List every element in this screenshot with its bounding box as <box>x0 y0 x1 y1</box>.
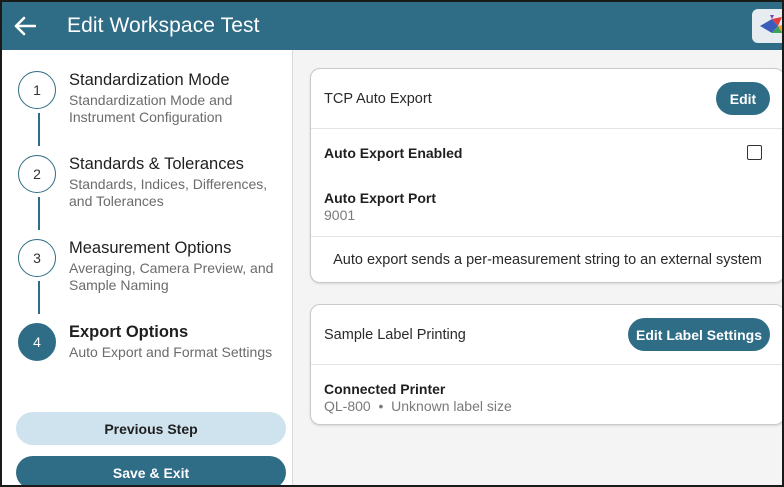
app-window: Edit Workspace Test 1 Standardization Mo… <box>0 0 784 487</box>
step-number-badge: 3 <box>18 239 56 277</box>
previous-step-button[interactable]: Previous Step <box>16 412 286 445</box>
step-measurement-options[interactable]: 3 Measurement Options Averaging, Camera … <box>18 239 288 299</box>
auto-export-note: Auto export sends a per-measurement stri… <box>333 252 762 268</box>
export-settings-panel: TCP Auto Export Edit Auto Export Enabled… <box>293 50 782 485</box>
card-title: Sample Label Printing <box>324 327 466 343</box>
connected-printer-value: QL-800 • Unknown label size <box>324 398 512 414</box>
auto-export-port-value: 9001 <box>324 207 356 223</box>
auto-export-enabled-label: Auto Export Enabled <box>324 145 463 161</box>
page-title: Edit Workspace Test <box>67 14 260 37</box>
steps-panel: 1 Standardization Mode Standardization M… <box>2 50 293 485</box>
step-subtitle: Auto Export and Format Settings <box>69 344 273 360</box>
step-standardization-mode[interactable]: 1 Standardization Mode Standardization M… <box>18 71 288 131</box>
step-number-badge: 2 <box>18 155 56 193</box>
auto-export-port-label: Auto Export Port <box>324 190 436 206</box>
card-title: TCP Auto Export <box>324 91 432 107</box>
step-subtitle: Standardization Mode and Instrument Conf… <box>69 92 233 125</box>
step-title: Standardization Mode <box>69 71 230 89</box>
step-subtitle: Averaging, Camera Preview, and Sample Na… <box>69 260 274 293</box>
app-bar: Edit Workspace Test <box>2 2 782 50</box>
sample-label-printing-card: Sample Label Printing Edit Label Setting… <box>310 304 782 425</box>
connected-printer-label: Connected Printer <box>324 381 446 397</box>
step-subtitle: Standards, Indices, Differences, and Tol… <box>69 176 268 209</box>
app-logo <box>752 9 782 43</box>
app-logo-icon <box>760 15 782 33</box>
edit-tcp-export-button[interactable]: Edit <box>716 82 770 115</box>
save-exit-button[interactable]: Save & Exit <box>16 456 286 485</box>
step-title: Export Options <box>69 323 189 341</box>
step-title: Standards & Tolerances <box>69 155 244 173</box>
card-header: Sample Label Printing Edit Label Setting… <box>311 305 782 365</box>
back-button[interactable] <box>10 10 40 42</box>
step-number-badge: 4 <box>18 323 56 361</box>
auto-export-enabled-checkbox[interactable] <box>747 145 762 160</box>
arrow-left-icon <box>14 16 36 36</box>
step-title: Measurement Options <box>69 239 232 257</box>
step-export-options[interactable]: 4 Export Options Auto Export and Format … <box>18 323 288 368</box>
card-header: TCP Auto Export Edit <box>311 69 782 129</box>
edit-label-settings-button[interactable]: Edit Label Settings <box>628 318 770 351</box>
card-divider <box>311 236 782 237</box>
tcp-auto-export-card: TCP Auto Export Edit Auto Export Enabled… <box>310 68 782 283</box>
step-standards-tolerances[interactable]: 2 Standards & Tolerances Standards, Indi… <box>18 155 288 215</box>
step-number-badge: 1 <box>18 71 56 109</box>
